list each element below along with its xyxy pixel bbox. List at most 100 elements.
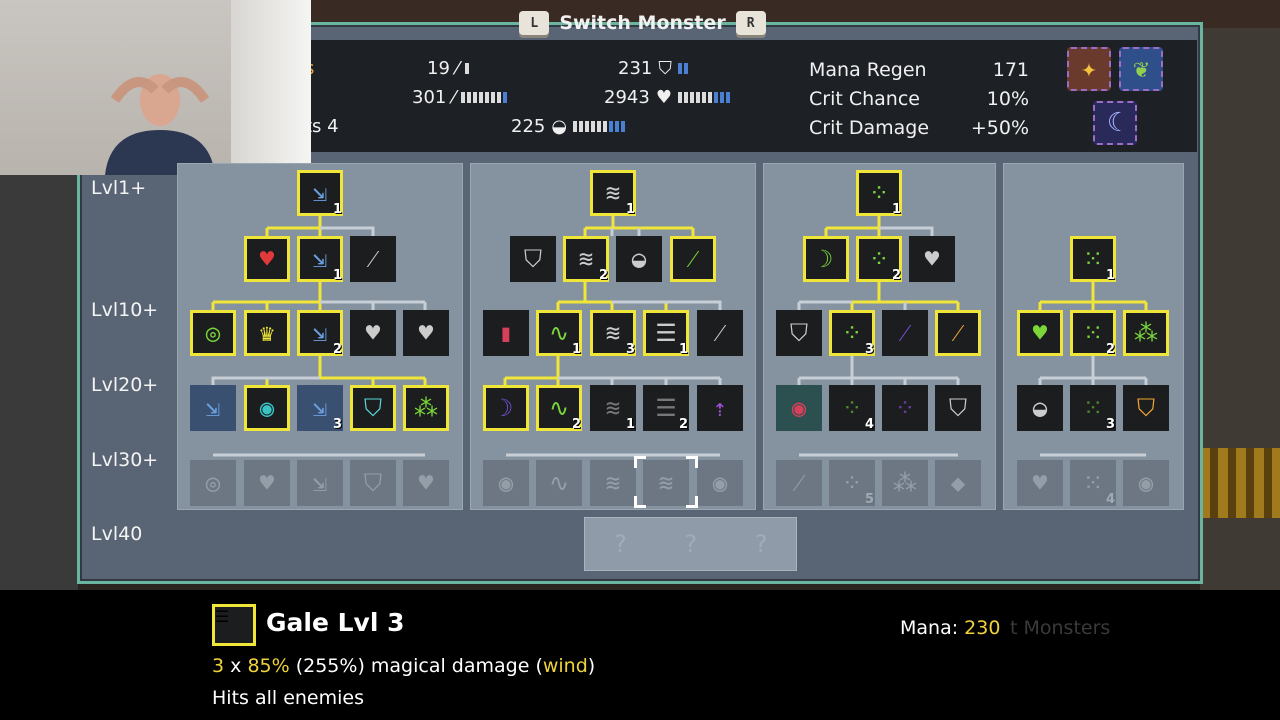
skill-description: 3 x 85% (255%) magical damage (wind) [212, 655, 596, 677]
skill-node-gold-shield[interactable]: ⛉ [1123, 385, 1169, 431]
skill-node-arrow-dim[interactable]: ⇲ [190, 385, 236, 431]
skill-node-heart-bars-2[interactable]: ♥ [403, 310, 449, 356]
level-label-20: Lvl20+ [91, 374, 159, 396]
l-key-button[interactable]: L [519, 11, 550, 35]
skill-node-locked-5[interactable]: ♥ [403, 460, 449, 506]
skill-node-shield-bars-3[interactable]: ⛉ [935, 385, 981, 431]
skill-node-c2-r3c[interactable]: ≋ 3 [590, 310, 636, 357]
skill-node-purple-wand[interactable]: ⁄ [882, 310, 928, 356]
skill-node-c2-r4c[interactable]: ≋ 1 [590, 385, 636, 432]
skill-node-locked-15[interactable]: ♥ [1017, 460, 1063, 506]
defense-value: 225 [511, 116, 546, 137]
side-stats: Mana Regen 171 Crit Chance 10% Crit Damage… [809, 56, 1029, 143]
skill-node-red-bars[interactable]: ▮ [483, 310, 529, 356]
skill-node-purple-dots[interactable]: ⁘ [882, 385, 928, 431]
skill-node-wand[interactable]: ⁄ [670, 236, 716, 282]
sword-icon: ⁄ [455, 58, 459, 79]
leaf-buff-icon[interactable]: ❦ [1119, 47, 1163, 91]
attack-bar [464, 63, 469, 74]
background-ghost-text: t Monsters [1010, 617, 1111, 639]
skill-node-locked-10[interactable]: ◉ [697, 460, 743, 506]
skill-node-helmet-bars-2[interactable]: ◒ [1017, 385, 1063, 431]
skill-node-triple-heart[interactable]: ♥ [244, 236, 290, 282]
level-label-30: Lvl30+ [91, 449, 159, 471]
skill-node-heart-bubbles[interactable]: ♥ [1017, 310, 1063, 356]
skill-node-shield-bars[interactable]: ⛉ [510, 236, 556, 282]
attack-stat: 19 ⁄ [427, 58, 469, 79]
skill-name: Gale Lvl 3 [266, 608, 405, 637]
skill-node-c4-top[interactable]: ⁙ 1 [1070, 236, 1116, 283]
skill-node-gold-wand[interactable]: ⁄ [935, 310, 981, 356]
skill-node-c2-r4b[interactable]: ∿ 2 [536, 385, 582, 432]
skill-node-c3-r3a[interactable]: ⁘ 3 [829, 310, 875, 357]
locked-slot-3[interactable]: ? [754, 530, 768, 558]
skill-node-c2-r2b[interactable]: ≋ 2 [563, 236, 609, 283]
skill-node-c2-r4d[interactable]: ☰ 2 [643, 385, 689, 432]
skill-node-locked-8[interactable]: ≋ [590, 460, 636, 506]
skill-node-locked-11[interactable]: ⁄ [776, 460, 822, 506]
skill-node-c1-r3c[interactable]: ⇲ 2 [297, 310, 343, 357]
health-stat: 2943 ♥ [604, 87, 730, 108]
skill-node-c3-r2b[interactable]: ⁘ 2 [856, 236, 902, 283]
skill-node-locked-14[interactable]: ◆ [935, 460, 981, 506]
locked-slot-2[interactable]: ? [683, 530, 697, 558]
skill-node-ring[interactable]: ◎ [190, 310, 236, 356]
skill-node-crescent-green[interactable]: ☽ [803, 236, 849, 282]
moon-buff-icon[interactable]: ☾ [1093, 101, 1137, 145]
skill-node-crown[interactable]: ♛ [244, 310, 290, 356]
game-screen: L Switch Monster R s ts 4 19⁄ 301⁄ 225◒ … [0, 0, 1280, 720]
skill-node-shield-heart[interactable]: ⛉ [350, 385, 396, 431]
skill-node-c4-r5b[interactable]: ⁙ 4 [1070, 460, 1116, 507]
health-bar [677, 92, 730, 103]
skill-node-staff-bars[interactable]: ⁄ [697, 310, 743, 356]
skill-node-red-orb[interactable]: ◉ [776, 385, 822, 431]
crit-damage-row: Crit Damage +50% [809, 117, 1029, 139]
skill-node-sword-bars[interactable]: ⁄ [350, 236, 396, 282]
switch-monster-bar: L Switch Monster R [505, 8, 780, 38]
skill-node-c4-r3b[interactable]: ⁙ 2 [1070, 310, 1116, 357]
skill-node-shield-bars-2[interactable]: ⛉ [776, 310, 822, 356]
skill-node-locked-13[interactable]: ⁂ [882, 460, 928, 506]
skill-node-locked-4[interactable]: ⛉ [350, 460, 396, 506]
helmet-icon: ◒ [551, 116, 568, 137]
skill-node-vortex[interactable]: ◉ [244, 385, 290, 431]
background-left [0, 175, 78, 595]
r-key-button[interactable]: R [735, 11, 766, 35]
skill-node-c3-top[interactable]: ⁘ 1 [856, 170, 902, 217]
gale-icon: ☰ [212, 604, 256, 646]
skill-node-c1-r4c[interactable]: ⇲ 3 [297, 385, 343, 432]
skill-node-bubbles[interactable]: ⁂ [403, 385, 449, 431]
skill-node-locked-1[interactable]: ◎ [190, 460, 236, 506]
skill-node-c2-r3b[interactable]: ∿ 1 [536, 310, 582, 357]
webcam-overlay [0, 0, 311, 175]
selection-cursor [634, 456, 698, 508]
attack-value: 19 [427, 58, 450, 79]
skill-node-purple-up[interactable]: ⇡ [697, 385, 743, 431]
skill-node-crescent[interactable]: ☽ [483, 385, 529, 431]
skill-extra: Hits all enemies [212, 687, 364, 709]
skill-node-heart-bars-1[interactable]: ♥ [350, 310, 396, 356]
skill-node-c3-r4b[interactable]: ⁘ 4 [829, 385, 875, 432]
skill-node-green-bubbles[interactable]: ⁂ [1123, 310, 1169, 356]
skill-node-c4-r4b[interactable]: ⁙ 3 [1070, 385, 1116, 432]
skill-node-locked-6[interactable]: ◉ [483, 460, 529, 506]
attack-speed-stat: 301 ⁄ [412, 87, 508, 108]
health-value: 2943 [604, 87, 650, 108]
skill-node-c1-top[interactable]: ⇲ 1 [297, 170, 343, 217]
skill-node-locked-2[interactable]: ♥ [244, 460, 290, 506]
skill-node-locked-3[interactable]: ⇲ [297, 460, 343, 506]
crit-chance-row: Crit Chance 10% [809, 88, 1029, 110]
skill-node-helmet-bars[interactable]: ◒ [616, 236, 662, 282]
defense-bar [573, 121, 626, 132]
magic-value: 231 [618, 58, 653, 79]
skill-node-locked-17[interactable]: ◉ [1123, 460, 1169, 506]
skill-node-c1-r2b[interactable]: ⇲ 1 [297, 236, 343, 283]
skill-node-c2-r3d[interactable]: ☰ 1 [643, 310, 689, 357]
locked-slot-1[interactable]: ? [613, 530, 627, 558]
skill-node-c2-top[interactable]: ≋ 1 [590, 170, 636, 217]
curtain [231, 0, 311, 175]
skill-node-heart-bars-3[interactable]: ♥ [909, 236, 955, 282]
skill-node-c3-r5b[interactable]: ⁘ 5 [829, 460, 875, 507]
skill-node-locked-7[interactable]: ∿ [536, 460, 582, 506]
egg-buff-icon[interactable]: ✦ [1067, 47, 1111, 91]
